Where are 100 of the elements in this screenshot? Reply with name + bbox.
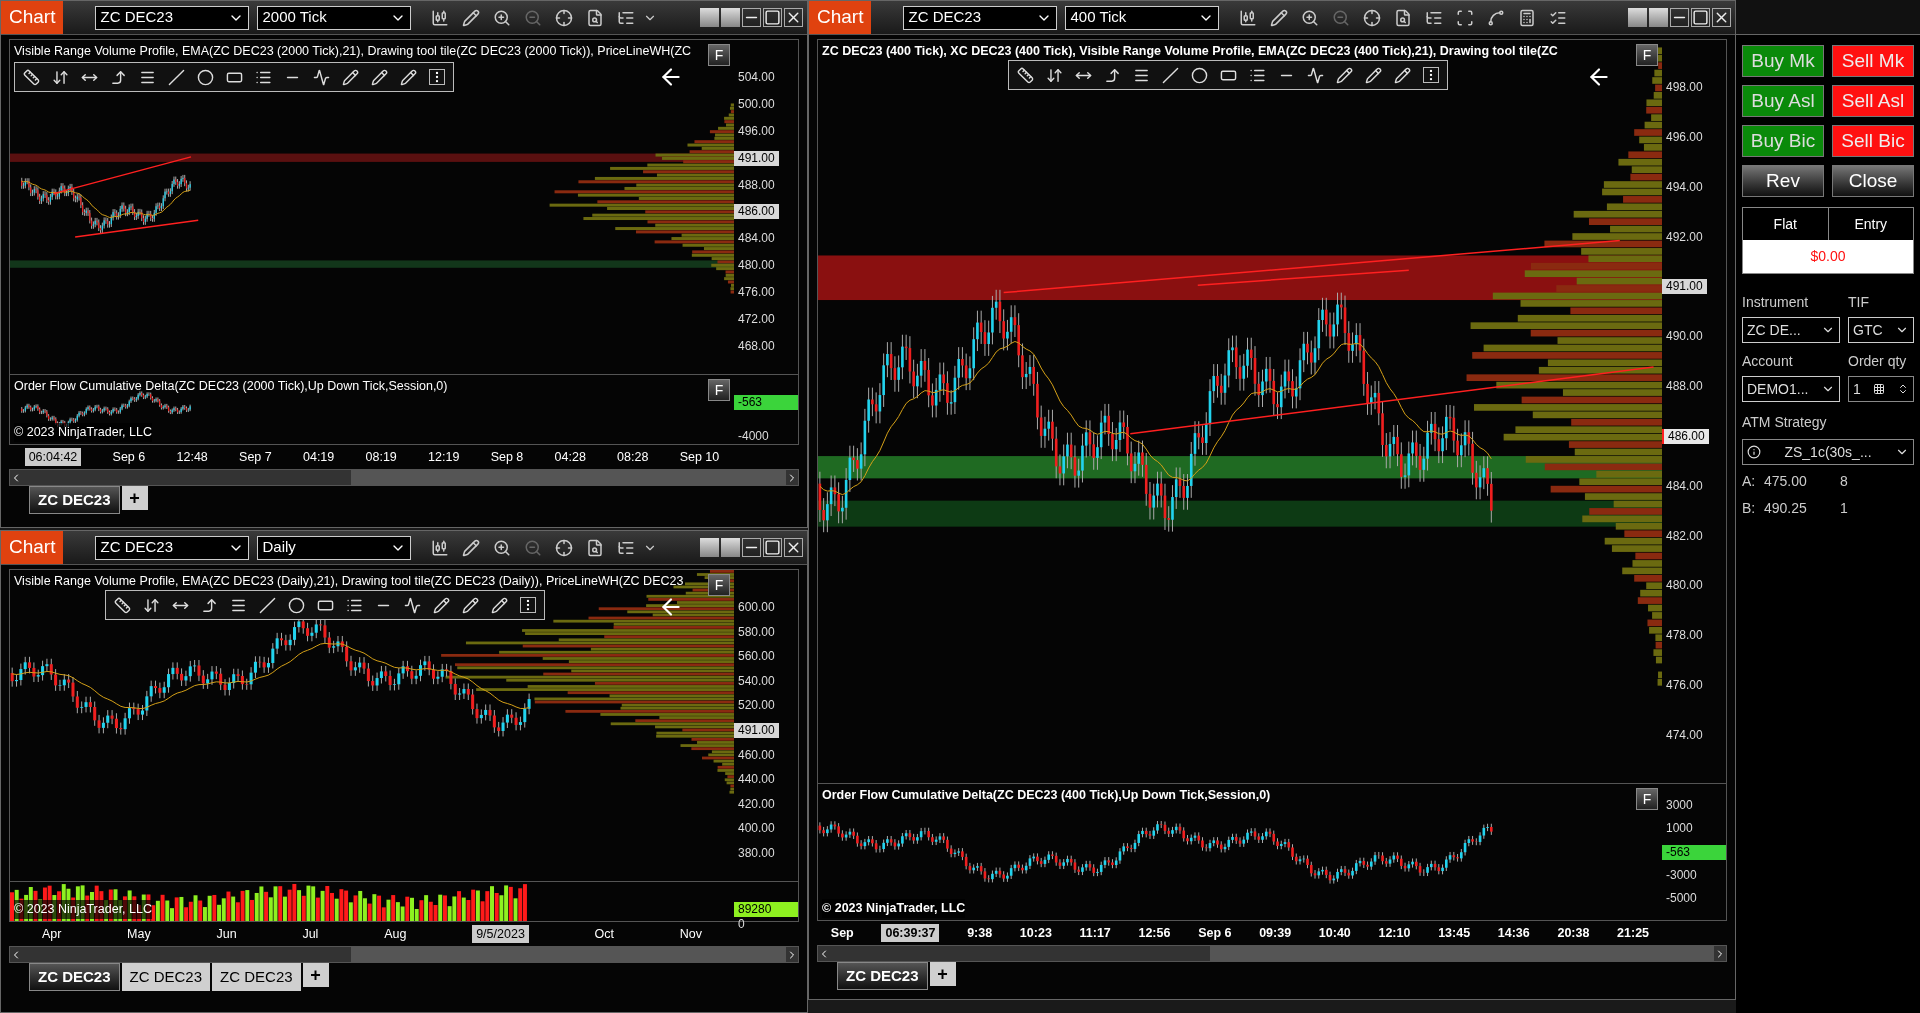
close-icon[interactable] bbox=[1712, 8, 1731, 27]
more-icon[interactable] bbox=[1423, 67, 1439, 83]
minimize-icon[interactable] bbox=[742, 538, 761, 557]
ruler-icon[interactable] bbox=[1017, 66, 1034, 84]
quantity-spinner[interactable]: 1 bbox=[1848, 376, 1914, 402]
zoom-out-icon[interactable] bbox=[524, 8, 543, 27]
panel-f-button[interactable]: F bbox=[1636, 788, 1658, 810]
crosshair-icon[interactable] bbox=[555, 8, 574, 27]
order-button[interactable]: Rev bbox=[1742, 165, 1824, 197]
scan-icon[interactable] bbox=[1456, 8, 1475, 27]
add-tab-button[interactable]: + bbox=[302, 963, 329, 987]
spline-icon[interactable] bbox=[1487, 8, 1506, 27]
candlestick-icon[interactable] bbox=[1239, 8, 1258, 27]
add-tab-button[interactable]: + bbox=[929, 962, 956, 986]
circle-icon[interactable] bbox=[288, 596, 305, 614]
chart-tab[interactable]: ZC DEC23 bbox=[837, 962, 928, 990]
chart-button[interactable]: Chart bbox=[809, 1, 872, 34]
zoom-in-icon[interactable] bbox=[493, 8, 512, 27]
candlestick-icon[interactable] bbox=[431, 538, 450, 557]
diagonal-line-icon[interactable] bbox=[259, 596, 276, 614]
window-tile-button[interactable] bbox=[700, 8, 719, 27]
atm-strategy-dropdown[interactable]: ZS_1c(30s_... bbox=[1742, 439, 1914, 465]
panel-f-button[interactable]: F bbox=[708, 44, 730, 66]
horizontal-scrollbar[interactable] bbox=[9, 469, 799, 486]
horizontal-scrollbar[interactable] bbox=[817, 945, 1727, 962]
zoom-in-icon[interactable] bbox=[1301, 8, 1320, 27]
panel-f-button[interactable]: F bbox=[708, 379, 730, 401]
interval-dropdown[interactable]: Daily bbox=[257, 535, 412, 560]
instrument-dropdown[interactable]: ZC DEC23 bbox=[903, 5, 1058, 30]
corner-arrow-icon[interactable] bbox=[110, 68, 127, 86]
pencil-icon[interactable] bbox=[1365, 66, 1382, 84]
info-icon[interactable] bbox=[1747, 445, 1761, 459]
minimize-icon[interactable] bbox=[1670, 8, 1689, 27]
minimize-icon[interactable] bbox=[742, 8, 761, 27]
panel-f-button[interactable]: F bbox=[708, 574, 730, 596]
pencil-icon[interactable] bbox=[462, 538, 481, 557]
chart-tab[interactable]: ZC DEC23 bbox=[121, 963, 211, 991]
chart-button[interactable]: Chart bbox=[1, 1, 64, 34]
zigzag-icon[interactable] bbox=[404, 596, 421, 614]
close-icon[interactable] bbox=[784, 538, 803, 557]
pencil-icon[interactable] bbox=[462, 596, 479, 614]
zigzag-icon[interactable] bbox=[313, 68, 330, 86]
horizontal-scrollbar[interactable] bbox=[9, 946, 799, 963]
pencil-icon[interactable] bbox=[433, 596, 450, 614]
arrows-icon[interactable] bbox=[1046, 66, 1063, 84]
pencil-icon[interactable] bbox=[1336, 66, 1353, 84]
instrument-dropdown[interactable]: ZC DEC23 bbox=[95, 5, 250, 30]
interval-dropdown[interactable]: 2000 Tick bbox=[257, 5, 412, 30]
zigzag-icon[interactable] bbox=[1307, 66, 1324, 84]
crosshair-icon[interactable] bbox=[555, 538, 574, 557]
chart-button[interactable]: Chart bbox=[1, 531, 64, 564]
chart-tab[interactable]: ZC DEC23 bbox=[212, 963, 301, 991]
pencil-icon[interactable] bbox=[1270, 8, 1289, 27]
arrows-icon[interactable] bbox=[52, 68, 69, 86]
interval-dropdown[interactable]: 400 Tick bbox=[1065, 5, 1220, 30]
window-tile-button[interactable] bbox=[700, 538, 719, 557]
pencil-icon[interactable] bbox=[1394, 66, 1411, 84]
pencil-icon[interactable] bbox=[371, 68, 388, 86]
ruler-icon[interactable] bbox=[23, 68, 40, 86]
window-tile-button[interactable] bbox=[721, 538, 740, 557]
field-dropdown[interactable]: ZC DE... bbox=[1742, 317, 1840, 343]
panel-f-button[interactable]: F bbox=[1636, 44, 1658, 66]
more-icon[interactable] bbox=[520, 597, 536, 613]
diagonal-line-icon[interactable] bbox=[168, 68, 185, 86]
window-tile-button[interactable] bbox=[1628, 8, 1647, 27]
zoom-in-icon[interactable] bbox=[493, 538, 512, 557]
arrows-icon[interactable] bbox=[143, 596, 160, 614]
corner-arrow-icon[interactable] bbox=[1104, 66, 1121, 84]
scrollbar-thumb[interactable] bbox=[1210, 946, 1714, 961]
order-button[interactable]: Close bbox=[1832, 165, 1914, 197]
scrollbar-thumb[interactable] bbox=[350, 470, 786, 485]
maximize-icon[interactable] bbox=[763, 538, 782, 557]
up-down-icon[interactable] bbox=[1897, 383, 1909, 395]
add-tab-button[interactable]: + bbox=[121, 486, 148, 510]
circle-icon[interactable] bbox=[197, 68, 214, 86]
zoom-out-icon[interactable] bbox=[524, 538, 543, 557]
scrollbar-thumb[interactable] bbox=[350, 947, 786, 962]
pencil-icon[interactable] bbox=[400, 68, 417, 86]
window-tile-button[interactable] bbox=[1649, 8, 1668, 27]
chart-tab[interactable]: ZC DEC23 bbox=[29, 963, 120, 991]
pencil-icon[interactable] bbox=[462, 8, 481, 27]
maximize-icon[interactable] bbox=[1691, 8, 1710, 27]
window-tile-button[interactable] bbox=[721, 8, 740, 27]
crosshair-icon[interactable] bbox=[1363, 8, 1382, 27]
circle-icon[interactable] bbox=[1191, 66, 1208, 84]
pencil-icon[interactable] bbox=[342, 68, 359, 86]
pencil-icon[interactable] bbox=[491, 596, 508, 614]
more-icon[interactable] bbox=[429, 69, 445, 85]
field-dropdown[interactable]: GTC bbox=[1848, 317, 1914, 343]
corner-arrow-icon[interactable] bbox=[201, 596, 218, 614]
document-search-icon[interactable] bbox=[1394, 8, 1413, 27]
diagonal-line-icon[interactable] bbox=[1162, 66, 1179, 84]
close-icon[interactable] bbox=[784, 8, 803, 27]
field-dropdown[interactable]: DEMO1... bbox=[1742, 376, 1840, 402]
instrument-dropdown[interactable]: ZC DEC23 bbox=[95, 535, 250, 560]
document-search-icon[interactable] bbox=[586, 538, 605, 557]
chart-tab[interactable]: ZC DEC23 bbox=[29, 486, 120, 514]
candlestick-icon[interactable] bbox=[431, 8, 450, 27]
maximize-icon[interactable] bbox=[763, 8, 782, 27]
ruler-icon[interactable] bbox=[114, 596, 131, 614]
